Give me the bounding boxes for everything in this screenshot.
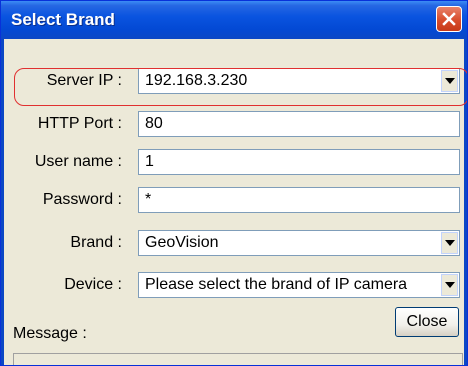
password-value: * xyxy=(145,191,152,208)
user-name-label: User name : xyxy=(34,153,122,170)
brand-label: Brand : xyxy=(70,234,122,251)
brand-dropdown-button[interactable] xyxy=(441,232,458,254)
user-name-input[interactable]: 1 xyxy=(138,149,460,175)
close-button[interactable]: Close xyxy=(395,307,459,337)
close-window-button[interactable] xyxy=(436,6,462,32)
http-port-label: HTTP Port : xyxy=(37,115,122,132)
password-input[interactable]: * xyxy=(138,187,460,213)
http-port-input[interactable]: 80 xyxy=(138,111,460,137)
device-combobox[interactable]: Please select the brand of IP camera xyxy=(138,272,460,298)
window-title: Select Brand xyxy=(11,10,115,29)
user-name-value: 1 xyxy=(145,153,154,170)
select-brand-dialog: Select Brand Server IP : 192.168.3.230 H… xyxy=(0,0,468,366)
password-label: Password : xyxy=(42,191,122,208)
brand-value: GeoVision xyxy=(145,234,219,251)
message-box xyxy=(13,353,463,365)
brand-combobox[interactable]: GeoVision xyxy=(138,230,460,256)
device-label: Device : xyxy=(64,276,122,293)
device-value: Please select the brand of IP camera xyxy=(145,276,408,293)
http-port-value: 80 xyxy=(145,115,163,132)
dialog-body: Server IP : 192.168.3.230 HTTP Port : 80… xyxy=(1,39,467,365)
device-dropdown-button[interactable] xyxy=(441,274,458,296)
chevron-down-icon xyxy=(445,240,455,246)
title-bar: Select Brand xyxy=(1,1,467,39)
message-label: Message : xyxy=(13,325,87,342)
chevron-down-icon xyxy=(445,282,455,288)
close-icon xyxy=(442,12,456,26)
http-port-highlight xyxy=(14,68,467,106)
